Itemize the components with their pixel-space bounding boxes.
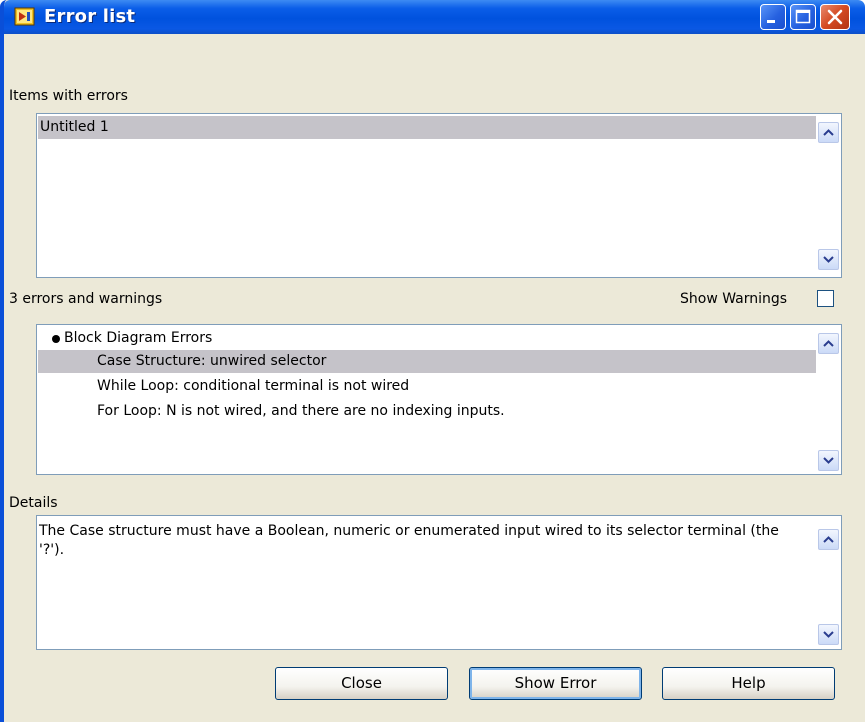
close-button[interactable]: Close [275,667,448,700]
error-list-window: Error list Items with errors Untitled 1 … [0,0,865,722]
scroll-up-button[interactable] [818,333,839,354]
list-item[interactable]: Case Structure: unwired selector [38,350,816,373]
scroll-down-button[interactable] [818,249,839,270]
close-window-button[interactable] [820,4,850,30]
error-group-label: Block Diagram Errors [64,330,213,346]
maximize-icon [796,10,810,13]
labview-vi-icon [14,7,35,26]
show-warnings-checkbox[interactable] [817,290,834,307]
list-item[interactable]: While Loop: conditional terminal is not … [38,375,816,398]
scroll-up-button[interactable] [818,529,839,550]
scroll-up-button[interactable] [818,122,839,143]
show-warnings-label: Show Warnings [680,291,788,307]
scroll-down-button[interactable] [818,450,839,471]
chevron-down-icon [823,631,834,638]
title-bar[interactable]: Error list [4,0,865,34]
error-item-label: Case Structure: unwired selector [97,353,327,369]
chevron-up-icon [823,536,834,543]
error-count-label: 3 errors and warnings [9,291,163,307]
maximize-button[interactable] [790,4,816,30]
details-box[interactable]: The Case structure must have a Boolean, … [36,515,842,650]
chevron-down-icon [823,256,834,263]
show-error-button[interactable]: Show Error [469,667,642,700]
list-item-label: Untitled 1 [40,119,109,135]
scroll-down-button[interactable] [818,624,839,645]
chevron-up-icon [823,129,834,136]
details-text: The Case structure must have a Boolean, … [39,523,779,558]
chevron-up-icon [823,340,834,347]
help-button[interactable]: Help [662,667,835,700]
error-item-label: While Loop: conditional terminal is not … [97,378,410,394]
window-title: Error list [44,6,136,27]
items-with-errors-label: Items with errors [9,88,128,104]
details-label: Details [9,495,58,511]
window-frame-right [852,34,865,722]
list-item[interactable]: Untitled 1 [38,116,816,139]
errors-list[interactable]: Block Diagram Errors Case Structure: unw… [36,324,842,475]
bullet-icon [52,335,60,343]
error-item-label: For Loop: N is not wired, and there are … [97,403,505,419]
minimize-button[interactable] [760,4,786,30]
chevron-down-icon [823,457,834,464]
items-with-errors-list[interactable]: Untitled 1 [36,113,842,278]
close-icon [827,9,843,25]
minimize-icon [767,20,775,23]
list-item[interactable]: For Loop: N is not wired, and there are … [38,400,816,423]
error-group-header[interactable]: Block Diagram Errors [38,327,816,350]
